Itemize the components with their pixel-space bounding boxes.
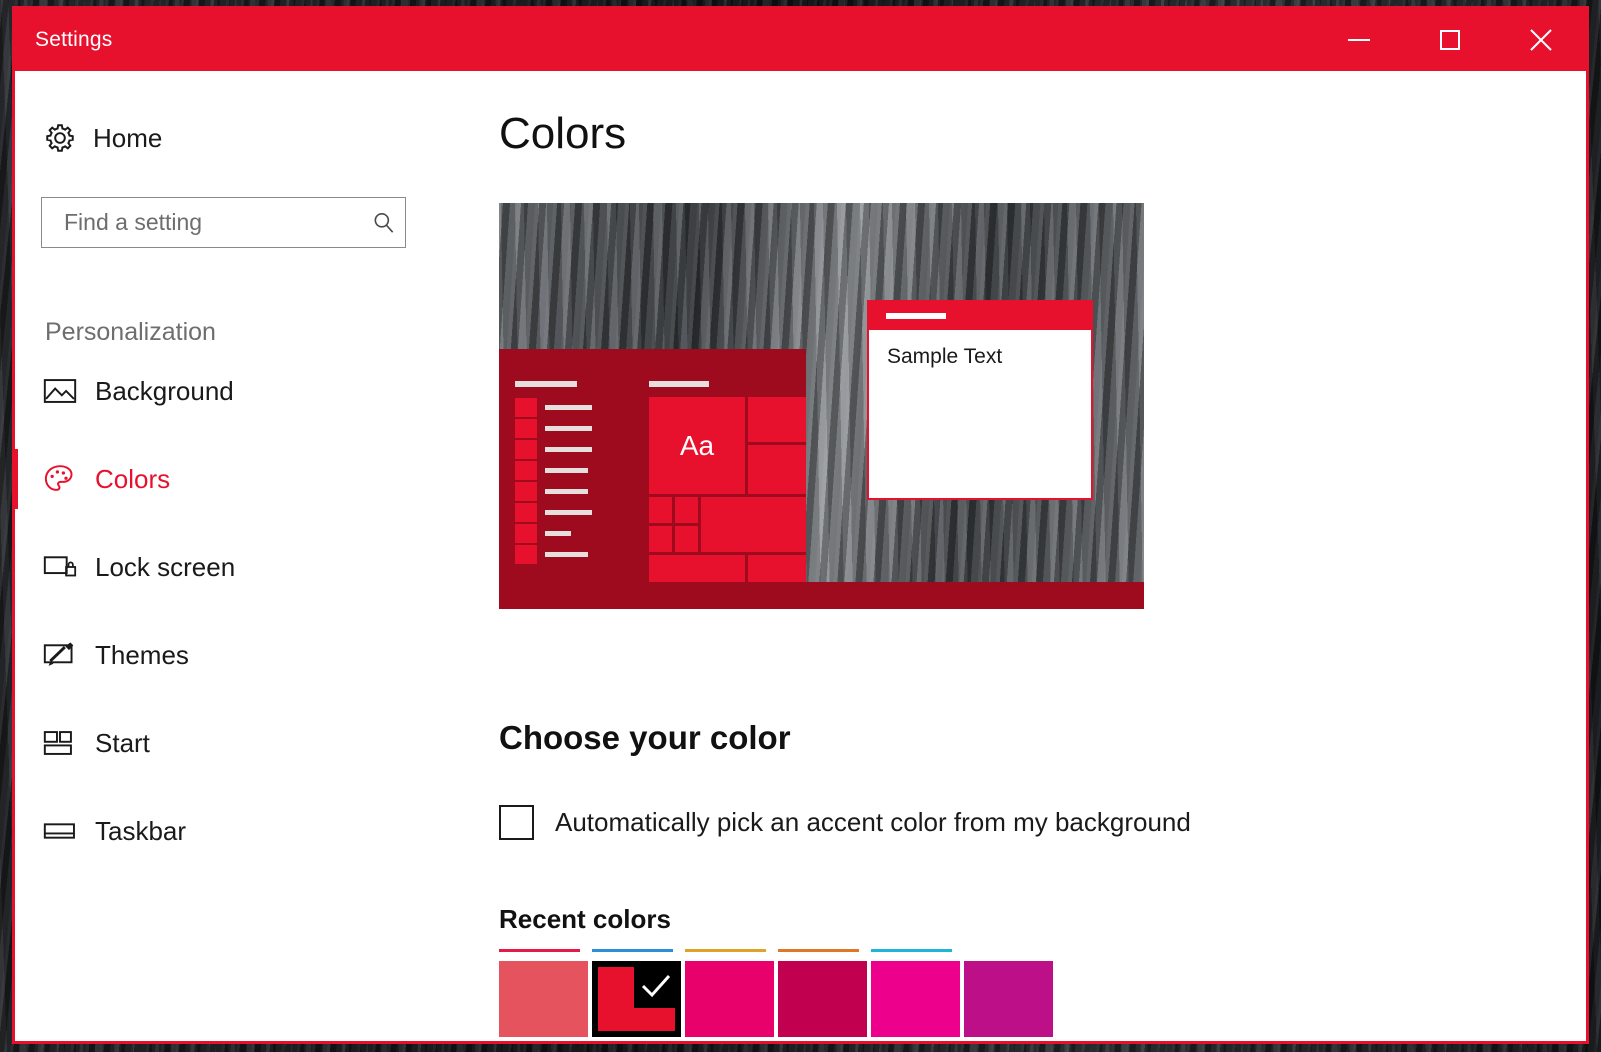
preview-taskbar — [499, 582, 1144, 609]
lock-screen-icon — [43, 553, 95, 581]
preview-start-rail — [515, 397, 645, 565]
preview-sample-window: Sample Text — [867, 300, 1093, 500]
sidebar: Home Personalization Background — [15, 71, 469, 1041]
preview-tile — [748, 555, 806, 582]
start-tiles-icon — [43, 729, 95, 757]
close-button[interactable] — [1495, 9, 1586, 71]
recent-color-swatch-selected[interactable] — [592, 961, 681, 1037]
preview-tile — [701, 497, 806, 552]
preview-tile-header-line — [649, 381, 709, 387]
swatch-underline — [499, 949, 580, 952]
recent-color-swatch[interactable] — [964, 961, 1053, 1037]
home-label: Home — [93, 122, 163, 153]
recent-color-cell — [871, 949, 960, 1037]
recent-colors-row — [499, 949, 1586, 1037]
checkmark-icon — [638, 970, 674, 1007]
preview-tile — [649, 497, 672, 523]
preview-rail-tile — [515, 461, 537, 480]
preview-rail-tile — [515, 524, 537, 543]
preview-rail-tile — [515, 440, 537, 459]
preview-rail-tile — [515, 419, 537, 438]
theme-preview: Aa Sample Text — [499, 203, 1144, 609]
sidebar-item-label: Background — [95, 375, 234, 406]
recent-color-cell — [499, 949, 588, 1037]
maximize-button[interactable] — [1404, 9, 1495, 71]
preview-tile-aa: Aa — [649, 397, 745, 494]
swatch-underline — [685, 949, 766, 952]
sidebar-item-start[interactable]: Start — [15, 699, 469, 787]
recent-color-swatch[interactable] — [778, 961, 867, 1037]
swatch-underline — [964, 949, 1045, 952]
palette-icon — [43, 463, 95, 495]
preview-tile — [649, 555, 745, 582]
minimize-button[interactable] — [1313, 9, 1404, 71]
brush-icon — [43, 640, 95, 670]
preview-tile — [649, 526, 672, 552]
sidebar-item-lock-screen[interactable]: Lock screen — [15, 523, 469, 611]
title-bar: Settings — [15, 9, 1586, 71]
recent-colors-heading: Recent colors — [499, 904, 671, 934]
sidebar-item-label: Themes — [95, 639, 189, 670]
recent-color-cell — [964, 949, 1053, 1037]
window-title: Settings — [35, 28, 113, 51]
swatch-underline — [592, 949, 673, 952]
taskbar-icon — [43, 819, 95, 843]
preview-sample-text: Sample Text — [887, 345, 1003, 368]
preview-rail-tile — [515, 398, 537, 417]
search-icon[interactable] — [362, 210, 405, 236]
preview-rail-tile — [515, 482, 537, 501]
sidebar-item-label: Colors — [95, 463, 171, 494]
recent-color-cell — [685, 949, 774, 1037]
recent-color-swatch[interactable] — [685, 961, 774, 1037]
preview-sample-title-line — [886, 313, 946, 319]
preview-tile — [675, 497, 698, 523]
preview-sample-titlebar — [869, 302, 1091, 330]
caption-button-group — [1313, 9, 1586, 71]
preview-tile-aa-label: Aa — [679, 429, 715, 461]
preview-tile — [748, 397, 806, 442]
sidebar-item-colors[interactable]: Colors — [15, 435, 469, 523]
recent-color-swatch[interactable] — [499, 961, 588, 1037]
page-title: Colors — [499, 109, 627, 158]
sidebar-item-taskbar[interactable]: Taskbar — [15, 787, 469, 875]
recent-color-cell — [778, 949, 867, 1037]
sidebar-item-home[interactable]: Home — [15, 111, 469, 165]
preview-tile-grid: Aa — [649, 397, 806, 582]
swatch-underline — [778, 949, 859, 952]
gear-icon — [43, 121, 93, 155]
auto-accent-label: Automatically pick an accent color from … — [555, 807, 1191, 837]
swatch-underline — [871, 949, 952, 952]
auto-accent-checkbox[interactable] — [499, 805, 534, 840]
sidebar-item-label: Start — [95, 727, 150, 758]
sidebar-group-label: Personalization — [45, 318, 216, 346]
settings-window: Settings Home Find a setting Personaliza… — [12, 6, 1589, 1044]
preview-tile — [675, 526, 698, 552]
recent-color-cell — [592, 949, 681, 1037]
main-content: Colors Aa Sample Text Choose your color … — [469, 71, 1586, 1041]
preview-rail-tile — [515, 545, 537, 564]
preview-tile — [748, 445, 806, 494]
preview-rail-tile — [515, 503, 537, 522]
sidebar-item-label: Taskbar — [95, 815, 187, 846]
preview-rail-header-line — [515, 381, 577, 387]
preview-start-menu: Aa — [499, 349, 806, 582]
auto-accent-row[interactable]: Automatically pick an accent color from … — [499, 805, 1586, 840]
sidebar-item-background[interactable]: Background — [15, 347, 469, 435]
sidebar-item-label: Lock screen — [95, 551, 236, 582]
search-box[interactable] — [41, 197, 406, 248]
search-input[interactable] — [42, 197, 362, 248]
choose-your-color-heading: Choose your color — [499, 719, 791, 756]
picture-icon — [43, 376, 95, 406]
recent-color-swatch[interactable] — [871, 961, 960, 1037]
sidebar-item-themes[interactable]: Themes — [15, 611, 469, 699]
